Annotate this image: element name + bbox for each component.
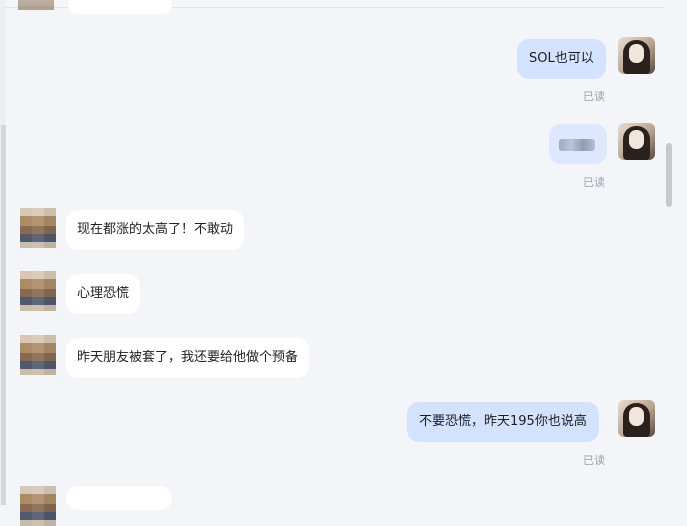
left-pane-scroll-track (1, 125, 6, 505)
outgoing-message-bubble[interactable] (549, 124, 607, 164)
my-avatar[interactable] (618, 123, 655, 160)
scrollbar-thumb[interactable] (666, 143, 672, 207)
read-status: 已读 (583, 90, 605, 103)
message-bubble-partial (68, 0, 172, 14)
my-avatar[interactable] (618, 37, 655, 74)
my-avatar[interactable] (618, 400, 655, 437)
incoming-message-bubble[interactable]: 现在都涨的太高了！不敢动 (66, 210, 245, 250)
contact-avatar[interactable] (20, 335, 56, 375)
incoming-message-bubble[interactable]: 昨天朋友被套了，我还要给他做个预备 (66, 338, 310, 378)
contact-avatar[interactable] (20, 208, 56, 248)
chat-message-list[interactable]: SOL也可以 已读 已读 现在都涨的太高了！不敢动 心理恐慌 昨天朋友被套了，我… (0, 0, 687, 526)
message-text: 现在都涨的太高了！不敢动 (77, 222, 234, 237)
avatar-partial (18, 0, 54, 10)
message-text: 不要恐慌，昨天195你也说高 (419, 414, 587, 429)
message-text: 昨天朋友被套了，我还要给他做个预备 (77, 350, 299, 365)
blurred-content (559, 139, 595, 151)
outgoing-message-bubble[interactable]: SOL也可以 (517, 39, 606, 79)
incoming-message-bubble[interactable]: 心理恐慌 (66, 274, 141, 314)
message-text: SOL也可以 (529, 51, 594, 66)
outgoing-message-bubble[interactable]: 不要恐慌，昨天195你也说高 (407, 402, 599, 442)
message-bubble-partial[interactable] (66, 486, 172, 510)
contact-avatar[interactable] (20, 271, 56, 311)
left-pane-edge (0, 0, 6, 505)
message-text: 心理恐慌 (77, 286, 130, 301)
contact-avatar[interactable] (20, 486, 56, 526)
read-status: 已读 (583, 454, 605, 467)
read-status: 已读 (583, 176, 605, 189)
